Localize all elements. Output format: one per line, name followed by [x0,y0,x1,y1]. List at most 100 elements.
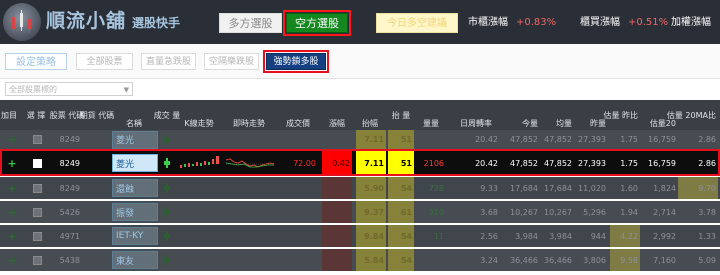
col-volume-label: 量量 [423,119,439,128]
stat-value: +0.51% [628,17,669,28]
yesterday-volume: 944 [590,231,606,241]
futures-code [84,151,110,175]
tab-surge-drop[interactable]: 直量急跌股 [141,53,196,70]
volume: 2106 [423,158,444,168]
col-futures-code[interactable]: 期貨 代碼 [80,100,115,130]
table-row[interactable]: + 5426 振發 9.37 61 310 3.68 10,267 10,267… [0,201,720,223]
col-high-label: 抬幅 [362,119,378,128]
row-checkbox[interactable] [28,225,46,247]
col-name-label: 名稱 [126,119,142,128]
kline-chart [180,156,219,168]
add-button[interactable]: + [0,225,24,247]
brand-name: 順流小舖 [46,10,127,32]
high-volume: 61 [388,201,414,223]
short-mode-button[interactable]: 空方選股 [286,13,348,33]
col-est-ma20[interactable]: 估量 20MA比 [667,100,716,130]
tab-rebound[interactable]: 空隔樂跌股 [204,53,259,70]
est-ma20: 3.78 [698,207,716,217]
est-vol20: 16,759 [648,158,676,168]
today-volume: 10,267 [510,207,538,217]
stock-filter-select[interactable]: 全部股票標的 ▼ [5,82,133,96]
strategy-tab-bar: 設定策略 全部股票 直量急跌股 空隔樂跌股 強勢鎖多股 [0,44,720,79]
col-add[interactable]: 加目 [0,100,18,130]
high-pct: 7.11 [356,151,386,175]
col-est-ratio[interactable]: 估量 昨比 [603,100,638,130]
est-vol20: 16,759 [648,135,676,144]
tab-strong-lock[interactable]: 強勢鎖多股 [266,53,326,70]
row-checkbox[interactable] [28,151,46,175]
stock-name[interactable]: 菱光 [112,130,158,149]
row-checkbox[interactable] [28,201,46,223]
stock-name[interactable]: IET-KY [112,225,158,247]
table-row-selected[interactable]: + 8249 菱光 72.00 0.42 7.11 51 2106 20.42 … [0,151,720,175]
volume-bar-icon [160,151,174,175]
row-checkbox[interactable] [28,130,46,149]
tab-all-stocks[interactable]: 全部股票 [76,53,133,70]
stock-name-text: 菱光 [112,130,158,149]
col-turnover[interactable]: 日周轉率 [452,100,500,130]
col-price[interactable]: 成交價 [278,100,318,130]
add-button[interactable]: + [0,151,24,175]
est-vol20: 2,714 [653,207,676,217]
plus-icon: + [7,253,17,267]
avg-volume: 36,466 [544,255,572,265]
col-est-ratio-label: 估量 昨比 [603,110,638,120]
col-today-volume[interactable]: 今量 [504,100,538,130]
col-select[interactable]: 選 擇 [26,100,46,130]
col-change[interactable]: 漲幅 [322,100,352,130]
change-pct [322,249,352,271]
col-avg-volume[interactable]: 均量 [540,100,572,130]
est-ratio: 1.60 [620,183,638,193]
checkbox-box [32,158,42,168]
est-ratio: 9.58 [610,249,640,271]
col-code[interactable]: 股票 代碼 [50,100,85,130]
col-select-label: 選 擇 [26,110,46,120]
stock-name-text: 還蝕 [112,179,158,197]
stock-table-body: + 8249 菱光 7.11 51 20.42 47,852 47,852 27… [0,130,720,275]
futures-code [84,130,110,149]
est-ratio: 1.75 [620,135,638,144]
est-vol20: 2,992 [653,231,676,241]
add-button[interactable]: + [0,177,24,199]
row-checkbox[interactable] [28,249,46,271]
high-pct: 7.11 [356,130,386,149]
stock-name[interactable]: 還蝕 [112,177,158,199]
futures-code [84,225,110,247]
add-button[interactable]: + [0,249,24,271]
stock-name[interactable]: 振發 [112,201,158,223]
table-row[interactable]: + 8249 菱光 7.11 51 20.42 47,852 47,852 27… [0,130,720,149]
add-button[interactable]: + [0,201,24,223]
tab-set-strategy[interactable]: 設定策略 [5,53,67,70]
add-button[interactable]: + [0,130,24,149]
col-name[interactable]: 名稱 [112,100,156,130]
stock-name[interactable]: 東友 [112,249,158,271]
row-checkbox[interactable] [28,177,46,199]
stock-code: 8249 [59,135,80,144]
stock-name[interactable]: 菱光 [112,151,158,175]
table-row[interactable]: + 4971 IET-KY 9.84 54 11 2.56 3,984 3,98… [0,225,720,247]
today-volume: 36,466 [510,255,538,265]
col-volume[interactable]: 量量 [418,100,444,130]
stock-code: 5426 [59,207,80,217]
col-kline[interactable]: K線走勢 [176,100,222,130]
table-row[interactable]: + 5438 東友 5.84 54 3.24 36,466 36,466 3,8… [0,249,720,271]
high-volume: 54 [388,177,414,199]
table-header: 加目 選 擇 股票 代碼 期貨 代碼 名稱 成交 量 K線走勢 即時走勢 成交價… [0,100,720,130]
stock-name-text: 振發 [112,203,158,221]
plus-icon: + [7,133,17,146]
daily-recommendation-button[interactable]: 今日多空建議 [376,13,458,33]
table-row[interactable]: + 8249 還蝕 5.90 54 728 9.33 17,684 17,684… [0,177,720,199]
volume-bar-icon [160,177,174,199]
stock-name-text: IET-KY [112,227,158,245]
turnover: 3.24 [480,255,498,265]
app-header: 順流小舖 選股快手 多方選股 空方選股 今日多空建議 市櫃漲幅 +0.83% 櫃買… [0,0,720,44]
long-mode-button[interactable]: 多方選股 [219,13,282,33]
volume: 11 [433,231,444,241]
col-yesterday-volume[interactable]: 昨量 [574,100,606,130]
col-high-volume[interactable]: 抬 量 [388,100,414,130]
col-intraday[interactable]: 即時走勢 [224,100,274,130]
col-high[interactable]: 抬幅 [354,100,386,130]
market-stat-weighted: 加權漲幅 [671,16,719,30]
col-volume-bar[interactable]: 成交 量 [154,100,181,130]
high-pct: 5.84 [356,249,386,271]
